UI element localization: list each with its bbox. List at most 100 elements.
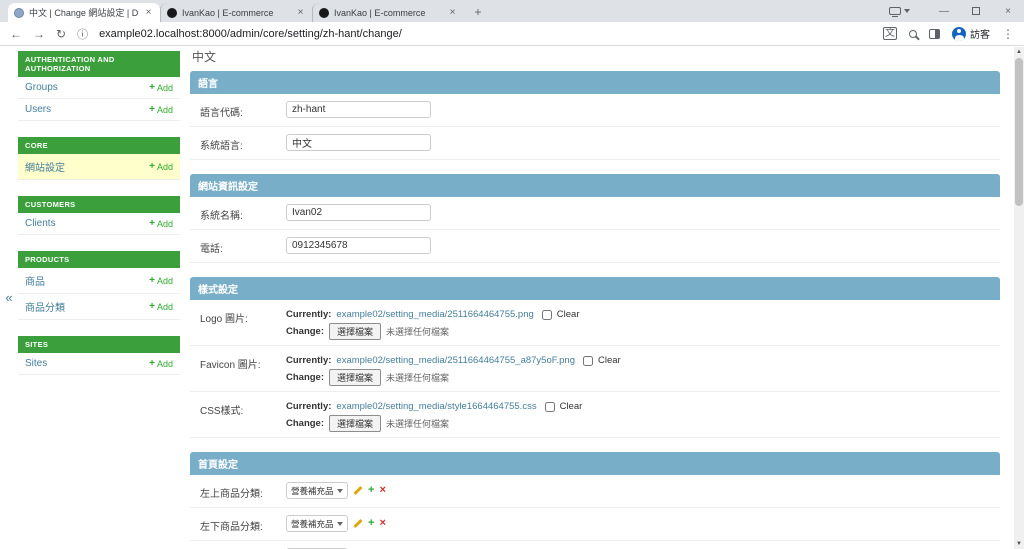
sidebar-link[interactable]: Groups bbox=[25, 82, 58, 93]
side-panel-icon[interactable] bbox=[929, 28, 940, 39]
plus-icon: + bbox=[149, 301, 155, 312]
tab-ecommerce-2[interactable]: IvanKao | E-commerce × bbox=[312, 3, 464, 22]
profile-button[interactable]: 訪客 bbox=[952, 26, 990, 41]
tab-close-icon[interactable]: × bbox=[447, 7, 458, 18]
toolbar-icons: 文 訪客 ⋮ bbox=[883, 26, 1014, 41]
sidebar-link[interactable]: Sites bbox=[25, 358, 47, 369]
maximize-button[interactable] bbox=[960, 0, 992, 22]
fieldset-style: 樣式設定 Logo 圖片: Currently: example02/setti… bbox=[190, 277, 1000, 438]
add-related-icon[interactable]: + bbox=[368, 518, 374, 529]
edit-icon[interactable] bbox=[353, 518, 363, 529]
zoom-icon[interactable] bbox=[909, 29, 917, 38]
translate-icon[interactable]: 文 bbox=[883, 27, 897, 40]
module-caption[interactable]: CORE bbox=[18, 137, 180, 154]
address-bar: ← → ↻ ⓘ example02.localhost:8000/admin/c… bbox=[0, 22, 1024, 46]
delete-related-icon[interactable]: × bbox=[379, 518, 385, 529]
related-widget: 營養補充品 + × bbox=[286, 482, 386, 499]
add-link[interactable]: + Add bbox=[149, 218, 173, 229]
sidebar-item-products: 商品 + Add bbox=[18, 268, 180, 294]
maximize-icon bbox=[972, 7, 980, 15]
new-tab-button[interactable]: + bbox=[470, 4, 486, 20]
category-select[interactable]: 營養補充品 bbox=[286, 515, 348, 532]
module-caption[interactable]: AUTHENTICATION AND AUTHORIZATION bbox=[18, 51, 180, 77]
clear-label: Clear bbox=[556, 309, 580, 320]
choose-file-button[interactable]: 選擇檔案 bbox=[329, 369, 382, 386]
close-window-button[interactable]: × bbox=[992, 0, 1024, 22]
form-row-css: CSS樣式: Currently: example02/setting_medi… bbox=[190, 392, 1000, 438]
add-link[interactable]: + Add bbox=[149, 301, 173, 312]
forward-icon[interactable]: → bbox=[33, 28, 45, 40]
module-sites: SITES Sites + Add bbox=[18, 336, 180, 375]
file-current-line: Currently: example02/setting_media/style… bbox=[286, 400, 582, 413]
choose-file-button[interactable]: 選擇檔案 bbox=[329, 323, 382, 340]
fieldset-header: 語言 bbox=[190, 71, 1000, 94]
device-toolbar-button[interactable] bbox=[889, 7, 910, 17]
field-label: 系統名稱: bbox=[200, 211, 243, 222]
add-link[interactable]: + Add bbox=[149, 161, 173, 172]
reload-icon[interactable]: ↻ bbox=[56, 28, 66, 40]
current-file-link[interactable]: example02/setting_media/2511664464755_a8… bbox=[336, 355, 575, 366]
sidebar-link[interactable]: Clients bbox=[25, 218, 56, 229]
form-row-topleft-category: 左上商品分類: 營養補充品 + × bbox=[190, 475, 1000, 508]
fieldset-language: 語言 語言代碼: 系統語言: bbox=[190, 71, 1000, 160]
sidebar-link[interactable]: 商品 bbox=[25, 273, 45, 288]
module-caption[interactable]: PRODUCTS bbox=[18, 251, 180, 268]
system-language-input[interactable] bbox=[286, 134, 431, 151]
tab-strip: 中文 | Change 網站設定 | Djang × IvanKao | E-c… bbox=[0, 0, 1024, 22]
sidebar-link[interactable]: Users bbox=[25, 104, 51, 115]
nav-sidebar: AUTHENTICATION AND AUTHORIZATION Groups … bbox=[18, 46, 180, 549]
no-file-text: 未選擇任何檔案 bbox=[386, 419, 450, 429]
form-row-bottomleft-category: 左下商品分類: 營養補充品 + × bbox=[190, 508, 1000, 541]
clear-checkbox[interactable] bbox=[544, 401, 555, 412]
module-caption[interactable]: CUSTOMERS bbox=[18, 196, 180, 213]
sidebar-collapse-toggle[interactable]: « bbox=[0, 46, 18, 549]
tab-ecommerce-1[interactable]: IvanKao | E-commerce × bbox=[160, 3, 312, 22]
plus-icon: + bbox=[149, 161, 155, 172]
sidebar-item-groups: Groups + Add bbox=[18, 77, 180, 99]
tab-close-icon[interactable]: × bbox=[295, 7, 306, 18]
current-file-link[interactable]: example02/setting_media/style1664464755.… bbox=[336, 401, 536, 412]
currently-label: Currently: bbox=[286, 355, 332, 366]
scrollbar[interactable]: ▲ ▼ bbox=[1014, 47, 1024, 549]
sidebar-link[interactable]: 網站設定 bbox=[25, 159, 65, 174]
file-widget: Currently: example02/setting_media/style… bbox=[286, 399, 582, 432]
fieldset-home: 首頁設定 左上商品分類: 營養補充品 + × 左下商品分類: 營養補充品 + × bbox=[190, 452, 1000, 549]
scroll-up-icon[interactable]: ▲ bbox=[1014, 47, 1024, 57]
module-caption[interactable]: SITES bbox=[18, 336, 180, 353]
back-icon[interactable]: ← bbox=[10, 28, 22, 40]
change-form: 中文 語言 語言代碼: 系統語言: 網站資訊設定 系統名稱: bbox=[180, 46, 1024, 549]
url-field[interactable]: example02.localhost:8000/admin/core/sett… bbox=[99, 28, 872, 40]
category-select[interactable]: 營養補充品 bbox=[286, 482, 348, 499]
form-row-system-name: 系統名稱: bbox=[190, 197, 1000, 230]
guest-avatar-icon bbox=[952, 26, 966, 41]
browser-menu-icon[interactable]: ⋮ bbox=[1002, 27, 1014, 41]
chevron-down-icon bbox=[337, 521, 343, 526]
fieldset-header: 樣式設定 bbox=[190, 277, 1000, 300]
clear-checkbox[interactable] bbox=[541, 309, 552, 320]
minimize-button[interactable]: — bbox=[928, 0, 960, 22]
add-related-icon[interactable]: + bbox=[368, 485, 374, 496]
tab-django-admin[interactable]: 中文 | Change 網站設定 | Djang × bbox=[8, 3, 160, 22]
language-code-input[interactable] bbox=[286, 101, 431, 118]
add-link[interactable]: + Add bbox=[149, 358, 173, 369]
scroll-down-icon[interactable]: ▼ bbox=[1014, 539, 1024, 549]
edit-icon[interactable] bbox=[353, 485, 363, 496]
site-info-icon[interactable]: ⓘ bbox=[77, 26, 88, 42]
add-link[interactable]: + Add bbox=[149, 82, 173, 93]
phone-input[interactable] bbox=[286, 237, 431, 254]
choose-file-button[interactable]: 選擇檔案 bbox=[329, 415, 382, 432]
current-file-link[interactable]: example02/setting_media/2511664464755.pn… bbox=[336, 309, 533, 320]
add-link[interactable]: + Add bbox=[149, 104, 173, 115]
clear-checkbox[interactable] bbox=[582, 355, 593, 366]
delete-related-icon[interactable]: × bbox=[379, 485, 385, 496]
tab-close-icon[interactable]: × bbox=[143, 7, 154, 18]
scroll-thumb[interactable] bbox=[1015, 58, 1023, 206]
fieldset-site-info: 網站資訊設定 系統名稱: 電話: bbox=[190, 174, 1000, 263]
tab-favicon-icon bbox=[167, 7, 177, 18]
clear-label: Clear bbox=[559, 401, 583, 412]
add-link[interactable]: + Add bbox=[149, 275, 173, 286]
add-label: Add bbox=[156, 301, 173, 312]
sidebar-link[interactable]: 商品分類 bbox=[25, 299, 65, 314]
change-label: Change: bbox=[286, 372, 324, 383]
system-name-input[interactable] bbox=[286, 204, 431, 221]
